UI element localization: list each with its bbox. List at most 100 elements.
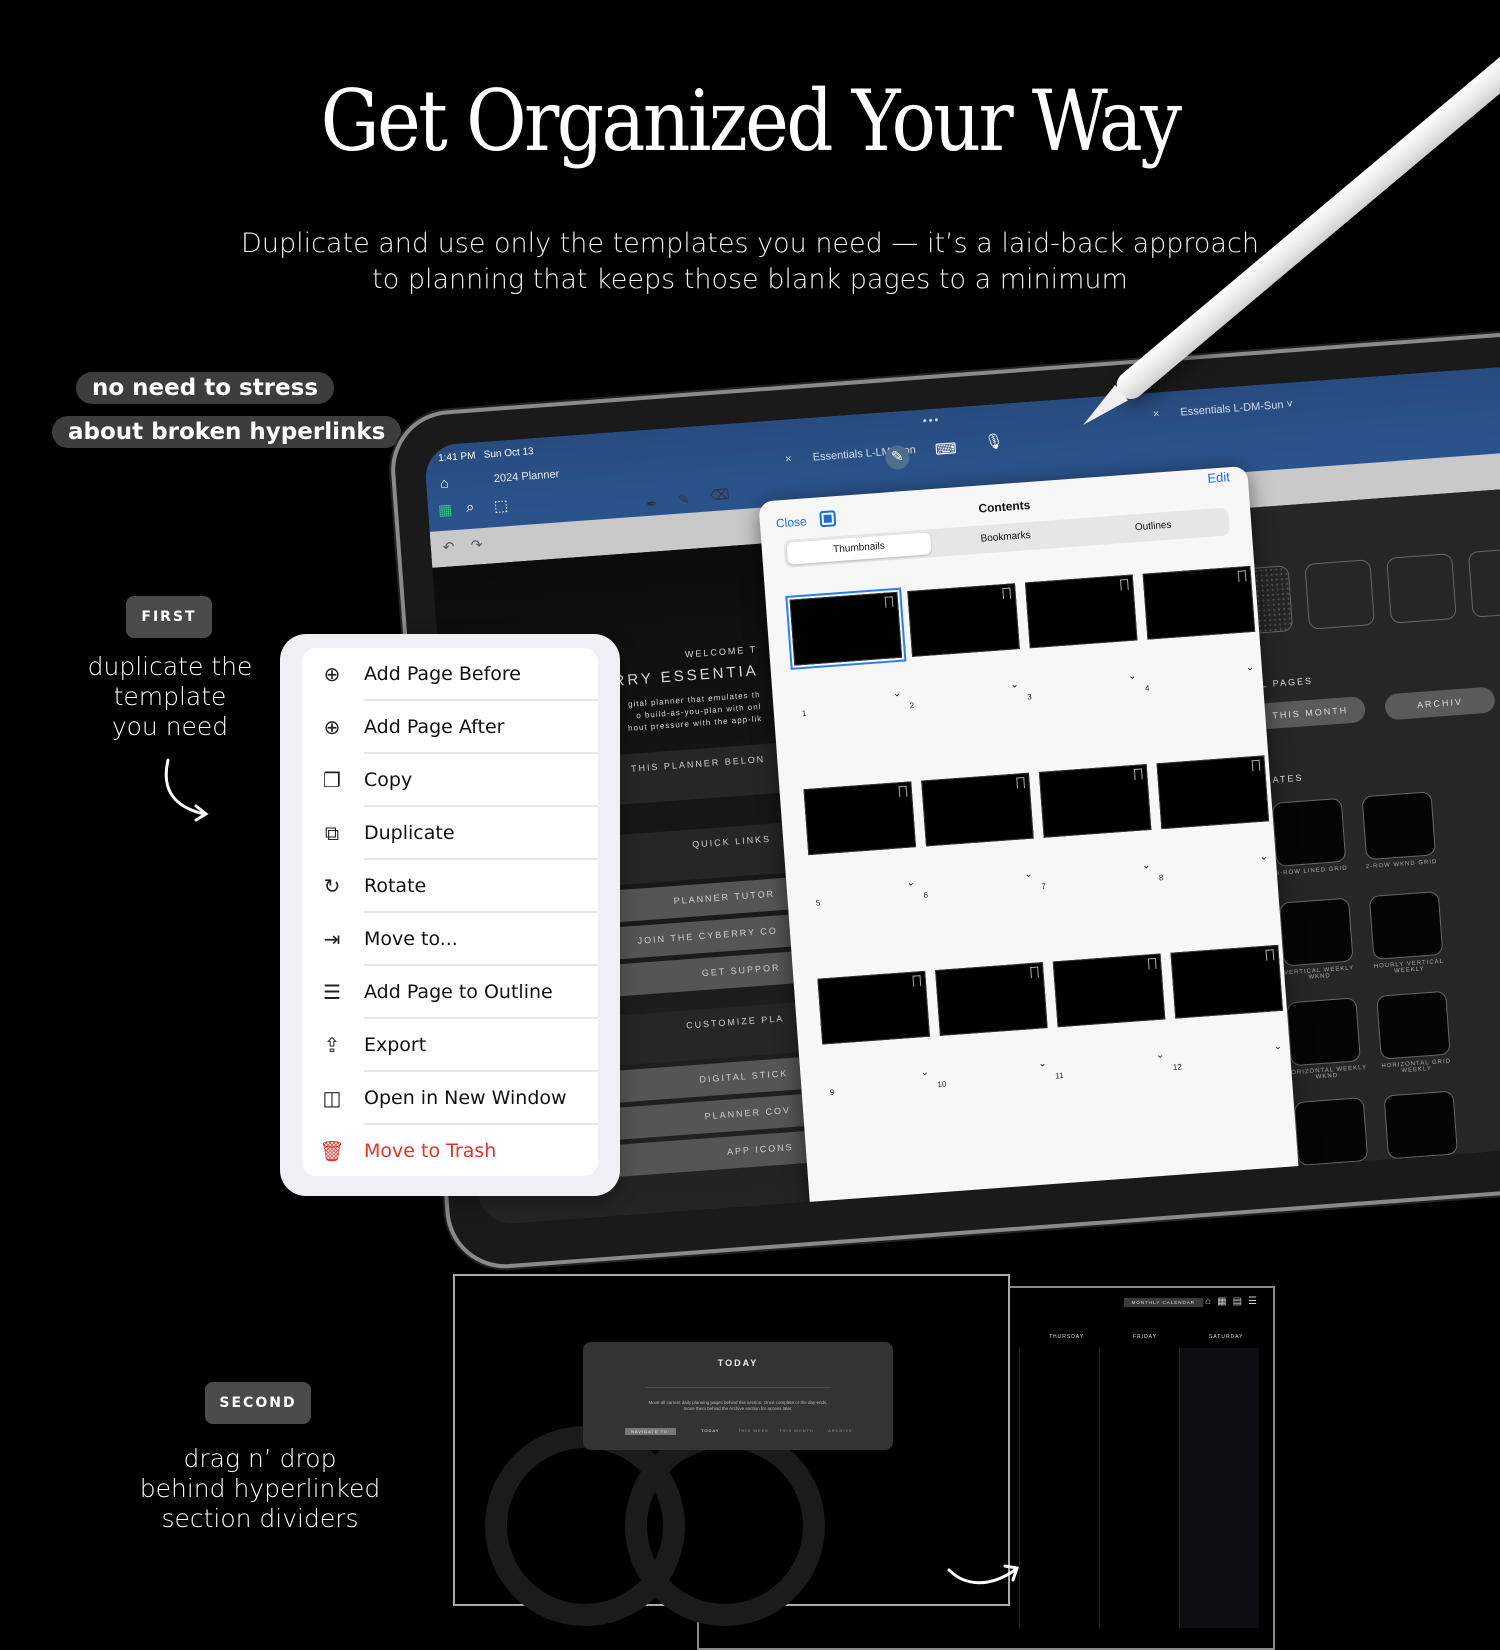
tab-close-icon[interactable]: × xyxy=(1153,408,1160,420)
chevron-down-icon[interactable]: ⌄ xyxy=(920,1067,929,1079)
menu-item-open-in-new-window[interactable]: ◫ Open in New Window xyxy=(302,1072,598,1125)
bookmark-icon[interactable] xyxy=(1030,966,1039,979)
menu-item-rotate[interactable]: ↻ Rotate xyxy=(302,860,598,913)
bookmark-icon[interactable] xyxy=(1133,768,1143,780)
menu-item-duplicate[interactable]: ⧉ Duplicate xyxy=(302,807,598,860)
status-date: Sun Oct 13 xyxy=(483,446,535,461)
lined-tile-icon[interactable] xyxy=(1304,559,1376,630)
segment-outlines[interactable]: Outlines xyxy=(1081,511,1226,543)
today-card: TODAY Move all current daily planning pa… xyxy=(583,1342,893,1450)
template-caption: DAILY BULLET JOURNAL xyxy=(1307,1165,1361,1181)
grid-icon[interactable]: ▦ xyxy=(437,500,453,519)
nav-link-this-month[interactable]: THIS MONTH xyxy=(779,1428,814,1433)
bookmark-icon[interactable] xyxy=(912,975,922,987)
segment-bookmarks[interactable]: Bookmarks xyxy=(933,522,1078,554)
page-thumbnail[interactable] xyxy=(1170,944,1284,1019)
page-thumbnail[interactable] xyxy=(817,970,930,1045)
pencil-icon[interactable]: ✎ xyxy=(677,491,690,509)
pen-icon[interactable]: ✒ xyxy=(646,495,659,513)
bookmark-icon[interactable] xyxy=(1002,587,1012,600)
search-icon[interactable]: ⌕ xyxy=(465,499,475,517)
chevron-down-icon[interactable]: ⌄ xyxy=(1245,662,1254,674)
template-tile[interactable] xyxy=(1271,797,1347,867)
bookmark-icon[interactable] xyxy=(884,596,894,608)
nav-link-archive[interactable]: ARCHIVE xyxy=(828,1428,853,1433)
home-icon[interactable]: ⌂ xyxy=(440,474,450,491)
chevron-down-icon[interactable]: ⌄ xyxy=(1010,679,1019,691)
step-first-badge: FIRST xyxy=(126,596,212,638)
calendar-nav-icons[interactable]: ⌂▦▤☰ xyxy=(1205,1296,1263,1307)
page-thumbnail[interactable] xyxy=(785,587,907,671)
template-tile[interactable] xyxy=(1383,1090,1458,1160)
page-thumbnail[interactable] xyxy=(1142,565,1256,640)
menu-item-move-to-trash[interactable]: 🗑 Move to Trash xyxy=(302,1125,598,1178)
page-thumbnail[interactable] xyxy=(921,772,1034,847)
chevron-down-icon[interactable]: ⌄ xyxy=(1038,1058,1047,1070)
belongs-to-label: THIS PLANNER BELON xyxy=(630,753,766,774)
customize-link-label: APP ICONS xyxy=(726,1141,795,1157)
page-thumbnail[interactable] xyxy=(1156,755,1270,830)
menu-item-add-page-before[interactable]: ⊕ Add Page Before xyxy=(302,648,598,701)
bookmark-icon[interactable] xyxy=(1119,578,1129,591)
bookmark-icon[interactable] xyxy=(1147,957,1157,970)
segment-thumbnails[interactable]: Thumbnails xyxy=(786,532,932,565)
calendar-column[interactable] xyxy=(1179,1348,1259,1628)
chevron-down-icon[interactable]: ⌄ xyxy=(1156,1050,1165,1062)
tab-close-icon[interactable]: × xyxy=(785,453,792,465)
chevron-down-icon[interactable]: ⌄ xyxy=(1273,1041,1282,1053)
template-tile[interactable] xyxy=(1293,1097,1369,1167)
more-dots-icon[interactable]: ••• xyxy=(922,414,940,427)
nav-link-today[interactable]: TODAY xyxy=(701,1428,719,1433)
menu-item-add-page-after[interactable]: ⊕ Add Page After xyxy=(302,701,598,754)
bookmark-icon[interactable] xyxy=(898,785,908,798)
edit-button[interactable]: Edit xyxy=(1207,469,1230,486)
hex-tile-icon[interactable] xyxy=(1386,553,1457,624)
redo-icon[interactable]: ↷ xyxy=(470,536,483,554)
template-tile[interactable] xyxy=(1286,997,1361,1067)
lasso-icon[interactable]: ⬚ xyxy=(493,496,508,515)
template-tile[interactable] xyxy=(1376,990,1451,1060)
bookmark-icon[interactable] xyxy=(1237,570,1247,582)
bookmark-icon[interactable] xyxy=(1251,759,1261,772)
page-thumbnail[interactable] xyxy=(1038,764,1152,838)
microphone-icon[interactable]: 🎙 xyxy=(984,432,1004,451)
chevron-down-icon[interactable]: ⌄ xyxy=(1128,671,1137,683)
quick-link-label: JOIN THE CYBERRY CO xyxy=(637,925,779,946)
keyboard-icon[interactable]: ⌨ xyxy=(934,439,957,459)
chevron-down-icon[interactable]: ⌄ xyxy=(892,688,901,700)
page-thumbnail[interactable] xyxy=(803,781,917,856)
nav-link-this-week[interactable]: THIS WEEK xyxy=(738,1428,769,1433)
tab-2[interactable]: × Essentials L-DM-Sun ˅ xyxy=(1153,398,1294,420)
menu-item-move-to[interactable]: ⇥ Move to... xyxy=(302,913,598,966)
template-tile[interactable] xyxy=(1279,897,1354,967)
chevron-down-icon[interactable]: ⌄ xyxy=(1024,869,1033,881)
page-thumbnail[interactable] xyxy=(1024,574,1138,649)
template-tile[interactable] xyxy=(1368,890,1444,960)
page-thumbnail[interactable] xyxy=(935,962,1048,1036)
eraser-icon[interactable]: ⌫ xyxy=(709,486,730,504)
bookmark-icon[interactable] xyxy=(1016,777,1026,789)
menu-item-export[interactable]: ⇪ Export xyxy=(302,1019,598,1072)
grid-tile-icon[interactable] xyxy=(1467,547,1500,618)
chevron-down-icon[interactable]: ˅ xyxy=(1286,398,1293,410)
chevron-down-icon[interactable]: ⌄ xyxy=(1142,860,1151,872)
chevron-down-icon[interactable]: ⌄ xyxy=(1259,851,1268,863)
today-card-nav: NAVIGATE TO: TODAY THIS WEEK THIS MONTH … xyxy=(583,1428,893,1436)
navigate-to-button[interactable]: NAVIGATE TO: xyxy=(625,1428,677,1435)
handwriting-icon[interactable]: ✎ xyxy=(884,444,911,471)
menu-item-label: Add Page to Outline xyxy=(364,981,553,1003)
calendar-column[interactable] xyxy=(1099,1348,1179,1628)
essential-pill-archive[interactable]: ARCHIV xyxy=(1384,686,1496,721)
page-thumbnail[interactable] xyxy=(907,583,1020,657)
monthly-calendar-button[interactable]: MONTHLY CALENDAR xyxy=(1123,1298,1203,1307)
essential-pill-this-month[interactable]: THIS MONTH xyxy=(1254,695,1367,730)
menu-item-add-page-to-outline[interactable]: ☰ Add Page to Outline xyxy=(302,966,598,1019)
template-tile[interactable] xyxy=(1361,791,1437,861)
calendar-column[interactable] xyxy=(1019,1348,1099,1628)
menu-item-copy[interactable]: ❐ Copy xyxy=(302,754,598,807)
chevron-down-icon[interactable]: ⌄ xyxy=(906,877,915,889)
page-thumbnail[interactable] xyxy=(1052,953,1166,1028)
bookmark-icon[interactable] xyxy=(1265,949,1275,961)
undo-icon[interactable]: ↶ xyxy=(442,538,455,556)
page-number: 11 xyxy=(1054,1070,1064,1081)
